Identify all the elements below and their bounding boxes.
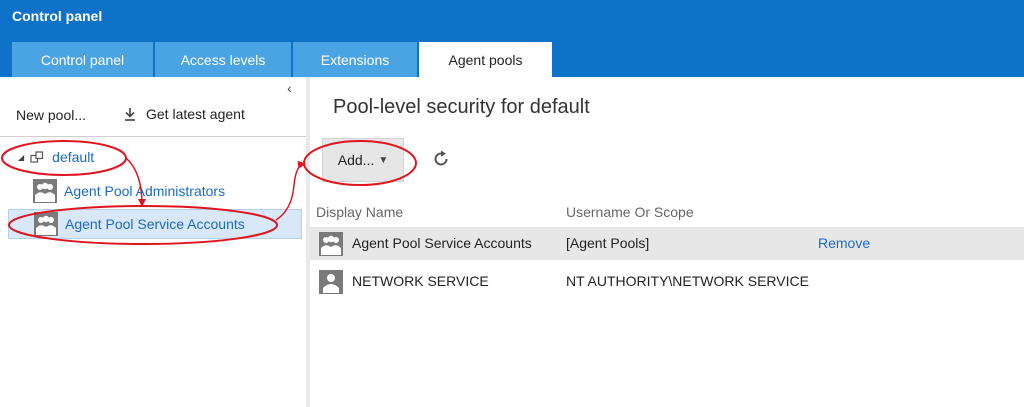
left-toolbar: New pool... Get latest agent <box>0 100 306 135</box>
user-icon <box>319 270 343 294</box>
tree-node-label: default <box>52 149 95 165</box>
add-button-label: Add... <box>337 152 375 168</box>
tab-label: Control panel <box>40 51 125 68</box>
tab-access-levels[interactable]: Access levels <box>155 42 291 77</box>
remove-link[interactable]: Remove <box>818 235 870 251</box>
table-row[interactable]: Agent Pool Service Accounts [Agent Pools… <box>310 227 1024 260</box>
display-name-cell: NETWORK SERVICE <box>352 273 489 289</box>
download-icon <box>125 108 135 121</box>
group-icon <box>319 232 343 256</box>
tab-label: Access levels <box>180 51 266 68</box>
tree-item-label: Agent Pool Administrators <box>64 183 226 199</box>
pool-icon <box>30 150 44 163</box>
get-latest-agent-button[interactable]: Get latest agent <box>124 106 245 122</box>
refresh-icon[interactable] <box>432 150 450 173</box>
get-latest-agent-label: Get latest agent <box>146 106 245 122</box>
column-header-display-name[interactable]: Display Name <box>316 204 403 220</box>
new-pool-button[interactable]: New pool... <box>16 107 86 123</box>
table-row[interactable]: NETWORK SERVICE NT AUTHORITY\NETWORK SER… <box>310 265 1024 298</box>
tab-strip: Control panel Access levels Extensions A… <box>12 42 554 77</box>
group-icon <box>33 179 57 203</box>
group-icon <box>34 212 58 236</box>
tab-label: Agent pools <box>448 51 523 68</box>
scope-cell: NT AUTHORITY\NETWORK SERVICE <box>566 273 809 289</box>
tree-item-agent-pool-administrators[interactable]: Agent Pool Administrators <box>32 176 225 206</box>
tree-item-label: Agent Pool Service Accounts <box>65 216 245 232</box>
tab-label: Extensions <box>320 51 390 68</box>
toolbar-divider <box>0 136 306 137</box>
tree-node-default[interactable]: ◢ default <box>18 149 94 165</box>
display-name-cell: Agent Pool Service Accounts <box>352 235 532 251</box>
expand-triangle-icon[interactable]: ◢ <box>18 153 24 162</box>
scope-cell: [Agent Pools] <box>566 235 650 251</box>
add-button[interactable]: Add... ▼ <box>322 138 404 182</box>
tab-agent-pools[interactable]: Agent pools <box>419 42 552 77</box>
header-bar: Control panel Control panel Access level… <box>0 0 1024 77</box>
tab-control-panel[interactable]: Control panel <box>12 42 153 77</box>
tree-item-agent-pool-service-accounts[interactable]: Agent Pool Service Accounts <box>8 209 302 239</box>
collapse-pane-icon[interactable]: ‹ <box>287 80 292 96</box>
app-title: Control panel <box>12 8 103 24</box>
tab-extensions[interactable]: Extensions <box>293 42 417 77</box>
page-title: Pool-level security for default <box>333 96 590 118</box>
column-header-username-or-scope[interactable]: Username Or Scope <box>566 204 694 220</box>
dropdown-caret-icon: ▼ <box>378 154 389 166</box>
